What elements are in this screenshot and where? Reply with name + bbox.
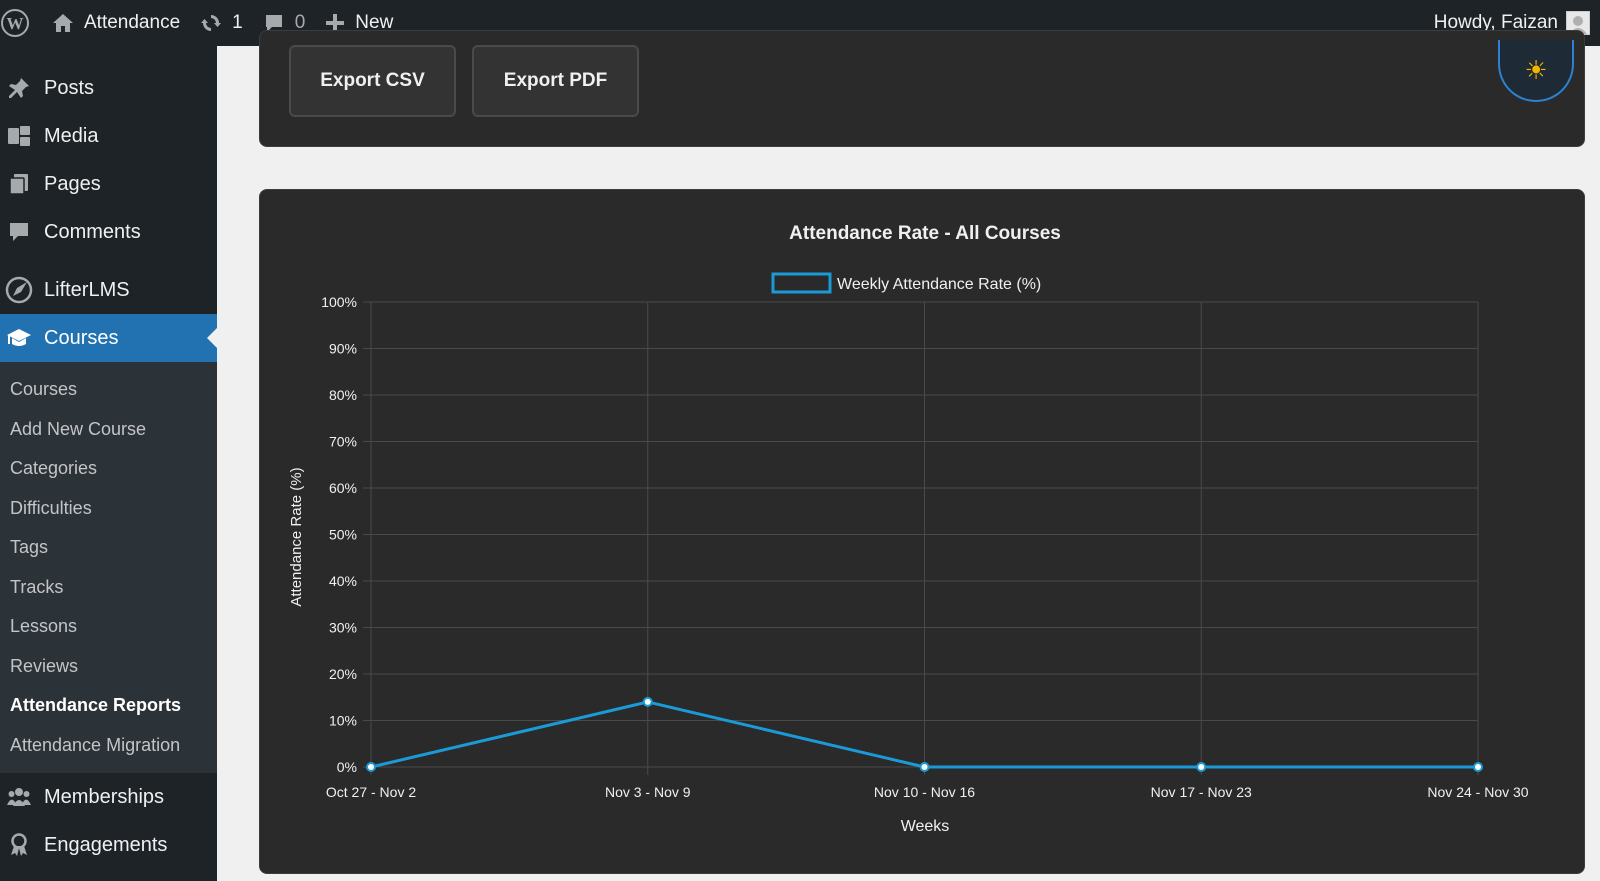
- wordpress-logo-icon[interactable]: W: [0, 0, 42, 46]
- submenu-item-difficulties[interactable]: Difficulties: [0, 489, 217, 529]
- data-point[interactable]: [1196, 762, 1207, 772]
- site-name: Attendance: [84, 12, 181, 33]
- y-tick-label: 90%: [329, 341, 357, 357]
- sidebar-item-label: Media: [44, 124, 99, 147]
- submenu-item-lessons[interactable]: Lessons: [0, 607, 217, 647]
- y-tick-label: 70%: [329, 434, 357, 450]
- legend-swatch[interactable]: [771, 272, 832, 294]
- data-point[interactable]: [366, 762, 376, 772]
- y-tick-label: 30%: [329, 620, 357, 636]
- y-tick-label: 10%: [329, 713, 357, 729]
- sidebar-item-label: Comments: [44, 220, 141, 243]
- submenu-item-add-new-course[interactable]: Add New Course: [0, 410, 217, 450]
- x-axis-label: Weeks: [901, 818, 950, 835]
- graduation-cap-icon: [4, 323, 34, 353]
- media-icon: [4, 121, 34, 151]
- submenu-item-categories[interactable]: Categories: [0, 449, 217, 489]
- chart-title: Attendance Rate - All Courses: [789, 223, 1061, 244]
- attendance-chart: 0% 10% 20% 30% 40% 50% 60% 70% 80% 90% 100% Oct 27 …: [288, 223, 1529, 835]
- updates-count: 1: [232, 12, 243, 33]
- pushpin-icon: [4, 73, 34, 103]
- sidebar-item-label: Engagements: [44, 833, 168, 856]
- data-point[interactable]: [642, 696, 653, 707]
- y-tick-label: 20%: [329, 666, 357, 682]
- x-tick-label: Nov 3 - Nov 9: [605, 784, 691, 800]
- updates-link[interactable]: 1: [190, 0, 253, 46]
- sidebar-item-posts[interactable]: Posts: [0, 64, 217, 112]
- sidebar-item-memberships[interactable]: Memberships: [0, 773, 217, 821]
- sun-icon: ☀: [1524, 54, 1548, 85]
- submenu-item-courses[interactable]: Courses: [0, 370, 217, 410]
- y-tick-label: 60%: [329, 480, 357, 496]
- comment-icon: [4, 217, 34, 247]
- export-toolbar: Export CSV Export PDF: [259, 30, 1585, 147]
- data-point[interactable]: [919, 762, 930, 772]
- export-pdf-button[interactable]: Export PDF: [472, 45, 639, 117]
- pages-icon: [4, 169, 34, 199]
- groups-icon: [4, 782, 34, 812]
- y-tick-label: 50%: [329, 527, 357, 543]
- data-point[interactable]: [1473, 762, 1483, 772]
- x-tick-label: Nov 17 - Nov 23: [1151, 784, 1252, 800]
- x-tick-label: Nov 24 - Nov 30: [1427, 784, 1528, 800]
- sidebar-item-label: Courses: [44, 326, 119, 349]
- submenu-item-attendance-migration[interactable]: Attendance Migration: [0, 726, 217, 766]
- sidebar-item-courses[interactable]: Courses: [0, 314, 217, 362]
- sidebar-item-label: LifterLMS: [44, 278, 130, 301]
- x-tick-label: Oct 27 - Nov 2: [326, 784, 416, 800]
- legend-label[interactable]: Weekly Attendance Rate (%): [837, 276, 1041, 293]
- sidebar-item-label: Memberships: [44, 785, 165, 808]
- courses-submenu: Courses Add New Course Categories Diffic…: [0, 362, 217, 773]
- svg-text:W: W: [7, 14, 24, 33]
- export-csv-button[interactable]: Export CSV: [289, 45, 456, 117]
- y-tick-label: 100%: [321, 294, 357, 310]
- sidebar-item-comments[interactable]: Comments: [0, 208, 217, 256]
- home-icon: [52, 13, 74, 33]
- site-name-link[interactable]: Attendance: [42, 0, 190, 46]
- admin-sidebar: Posts Media Pages Comments LifterLMS Cou…: [0, 46, 217, 881]
- sidebar-item-label: Posts: [44, 76, 95, 99]
- submenu-item-tracks[interactable]: Tracks: [0, 568, 217, 608]
- y-tick-label: 80%: [329, 387, 357, 403]
- submenu-item-attendance-reports[interactable]: Attendance Reports: [0, 686, 217, 726]
- updates-icon: [200, 12, 222, 34]
- x-tick-label: Nov 10 - Nov 16: [874, 784, 975, 800]
- sidebar-item-media[interactable]: Media: [0, 112, 217, 160]
- y-tick-label: 0%: [337, 759, 357, 775]
- rocket-icon: [4, 275, 34, 305]
- y-axis-label: Attendance Rate (%): [288, 467, 305, 606]
- awards-icon: [4, 830, 34, 860]
- sidebar-item-label: Pages: [44, 172, 101, 195]
- attendance-chart-panel: 0% 10% 20% 30% 40% 50% 60% 70% 80% 90% 100% Oct 27 …: [259, 189, 1585, 874]
- submenu-item-reviews[interactable]: Reviews: [0, 647, 217, 687]
- sidebar-item-pages[interactable]: Pages: [0, 160, 217, 208]
- submenu-item-tags[interactable]: Tags: [0, 528, 217, 568]
- sidebar-item-engagements[interactable]: Engagements: [0, 821, 217, 869]
- sidebar-item-lifterlms[interactable]: LifterLMS: [0, 266, 217, 314]
- y-tick-label: 40%: [329, 573, 357, 589]
